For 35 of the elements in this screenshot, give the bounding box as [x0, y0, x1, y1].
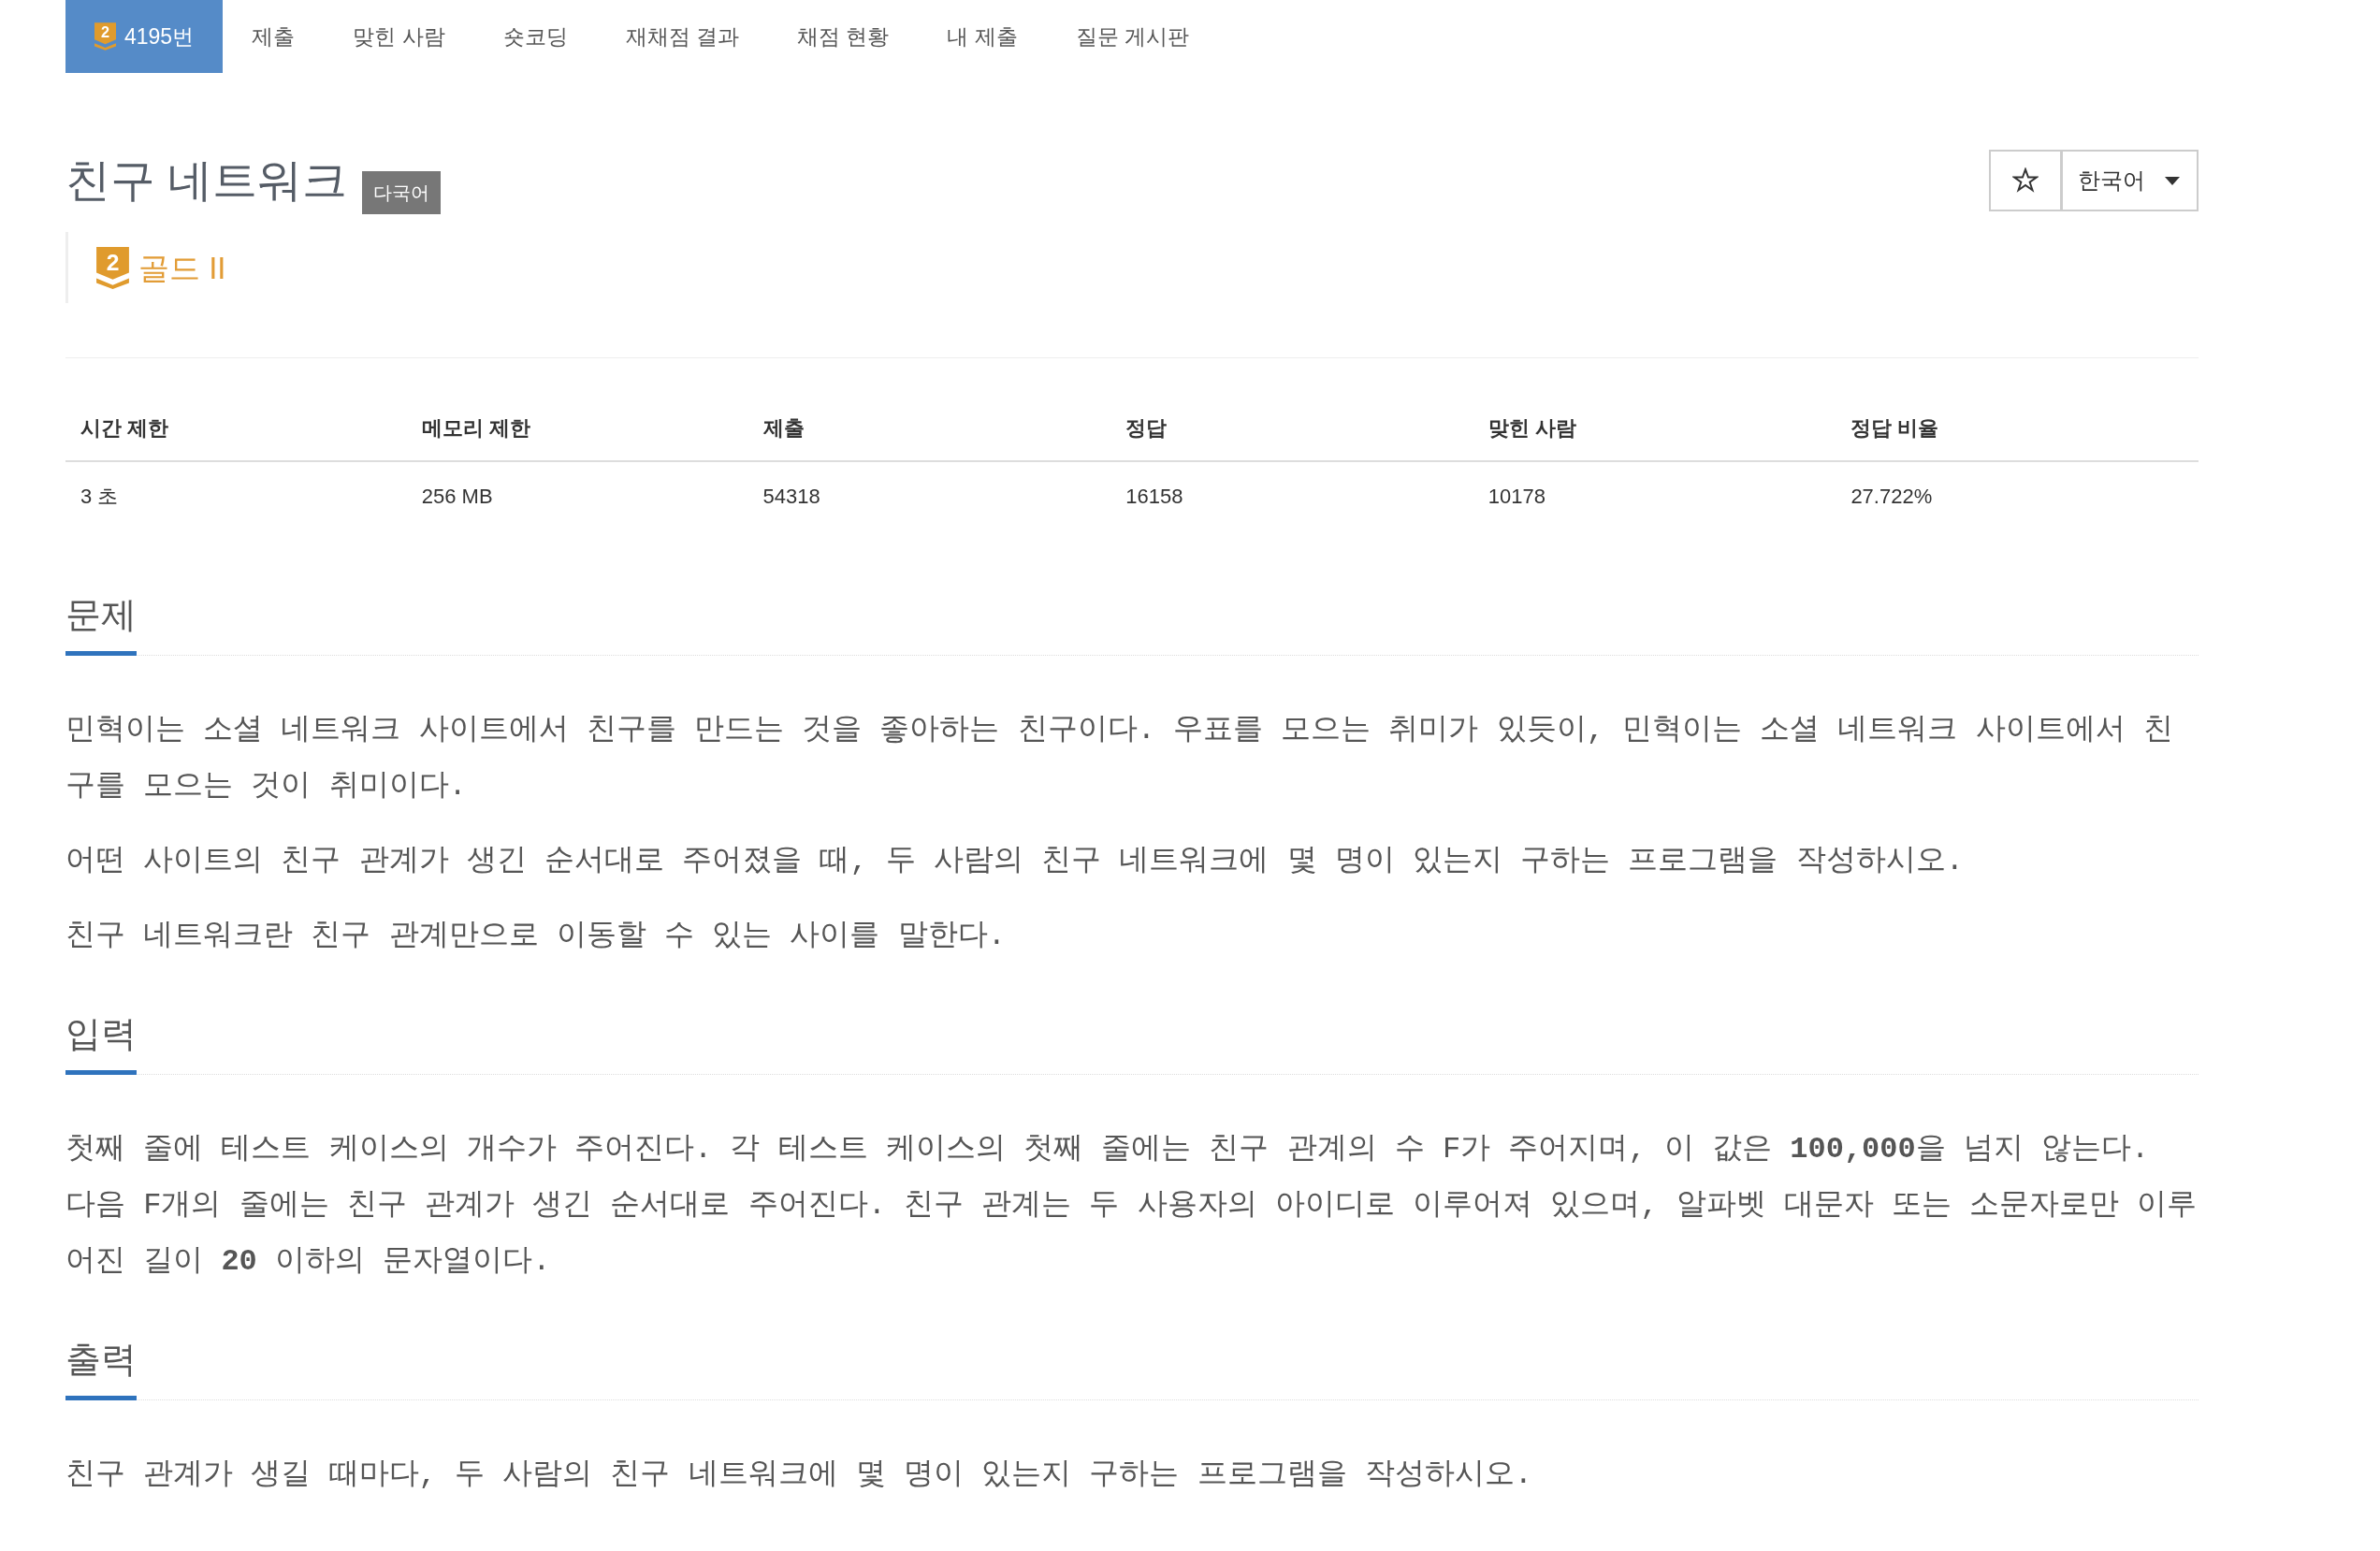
nav-tab[interactable]: 질문 게시판 [1046, 0, 1219, 73]
tier-label: 골드 II [138, 252, 226, 283]
nav-tab[interactable]: 맞힌 사람 [324, 0, 474, 73]
table-cell: 27.722% [1836, 461, 2199, 530]
star-icon [2012, 167, 2039, 194]
column-header: 제출 [747, 396, 1111, 461]
column-header: 메모리 제한 [406, 396, 748, 461]
table-cell: 256 MB [406, 461, 748, 530]
nav-tab[interactable]: 숏코딩 [473, 0, 597, 73]
table-cell: 16158 [1110, 461, 1473, 530]
problem-text: 민혁이는 소셜 네트워크 사이트에서 친구를 만드는 것을 좋아하는 친구이다. 우표를 모으는 취미가 있듯이, 민혁이는 소셜 네트워크 사이트에서 친구를 모으는 것이 취미이다. [65, 712, 2174, 805]
table-cell: 10178 [1473, 461, 1836, 530]
column-header: 시간 제한 [65, 396, 407, 461]
problem-title: 친구 네트워크 [65, 158, 348, 203]
table-cell: 3 초 [65, 461, 407, 530]
section-heading: 입력 [65, 1012, 137, 1075]
section-heading: 문제 [65, 593, 137, 656]
nav-tab[interactable]: 제출 [223, 0, 325, 73]
problem-text: 첫째 줄에 테스트 케이스의 개수가 주어진다. 각 테스트 케이스의 첫째 줄에는 친구 관계의 수 F가 주어지며, 이 값은 100,000을 넘지 않는다. 다음 F개의 줄에는 친구 관계가 생긴 순서대로 주어진다. 친구 관계는 두 사용자의 아이디로 이루어져 있으며, 알파벳 대문자 또는 소문자로만 이루어진 길이 20 이하의 문자열이다. [65, 1131, 2199, 1281]
problem-text: 어떤 사이트의 친구 관계가 생긴 순서대로 주어졌을 때, 두 사람의 친구 네트워크에 몇 명이 있는지 구하는 프로그램을 작성하시오. [65, 843, 1965, 880]
nav-tab[interactable]: 채점 현황 [767, 0, 919, 73]
nav-tab[interactable]: 내 제출 [918, 0, 1047, 73]
caret-icon [2165, 176, 2180, 185]
section-heading: 출력 [65, 1338, 137, 1400]
column-header: 맞힌 사람 [1473, 396, 1836, 461]
nav-tab[interactable]: 재채점 결과 [596, 0, 768, 73]
problem-text: 친구 네트워크란 친구 관계만으로 이동할 수 있는 사이를 말한다. [65, 918, 1007, 955]
nav-tab[interactable]: 2 4195번 [65, 0, 224, 73]
multilingual-tag: 다국어 [362, 171, 442, 214]
problem-text: 친구 관계가 생길 때마다, 두 사람의 친구 네트워크에 몇 명이 있는지 구하는 프로그램을 작성하시오. [65, 1457, 1534, 1494]
favorite-button[interactable] [1989, 150, 2062, 211]
language-dropdown[interactable]: 한국어 [2061, 150, 2199, 211]
column-header: 정답 비율 [1836, 396, 2199, 461]
column-header: 정답 [1110, 396, 1473, 461]
table-cell: 54318 [747, 461, 1111, 530]
